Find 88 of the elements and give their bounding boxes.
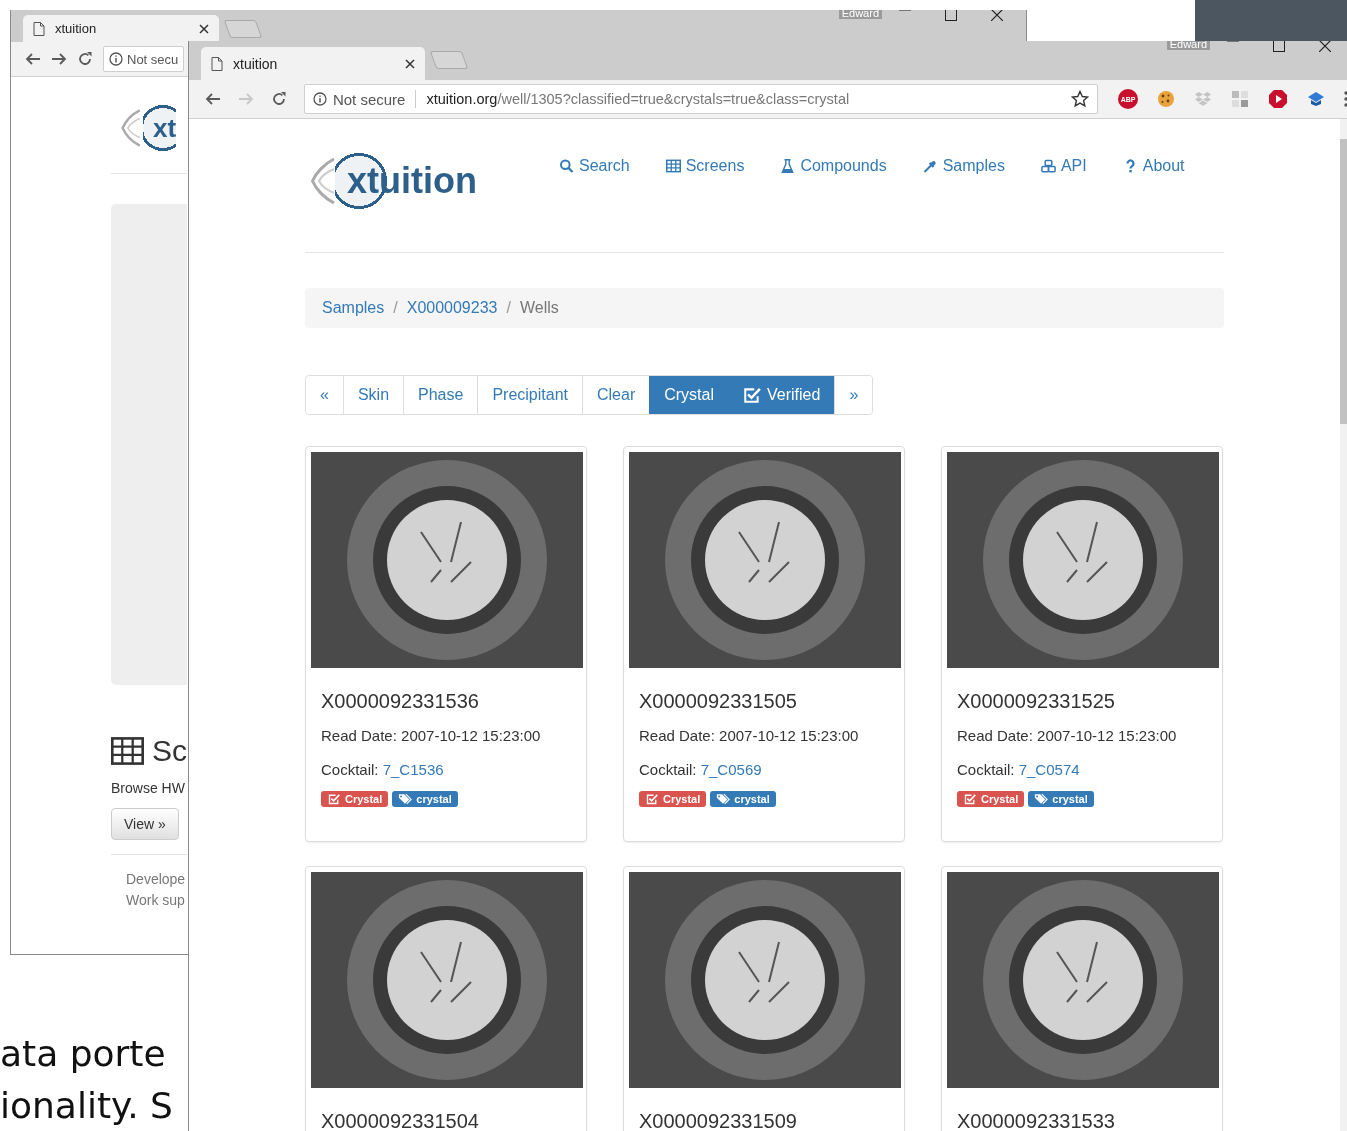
maximize-icon[interactable] — [1273, 41, 1285, 52]
read-date-text: Read Date: 2007-10-12 15:23:00 — [321, 726, 542, 746]
well-id: X0000092331525 — [957, 689, 1116, 714]
cocktail-link[interactable]: 7_C0569 — [700, 761, 762, 778]
checkbox-icon — [645, 793, 659, 805]
breadcrumb-separator: / — [393, 299, 398, 317]
tag-label: Crystal — [321, 791, 389, 807]
eye-outline-icon — [119, 108, 143, 148]
document-icon — [33, 21, 45, 36]
well-id: X0000092331536 — [321, 689, 480, 714]
back-arrow-icon[interactable] — [25, 51, 41, 67]
address-bar[interactable]: Not secu — [103, 46, 185, 72]
tag-label: Crystal — [639, 791, 707, 807]
breadcrumb-current: Wells — [519, 299, 559, 317]
flask-icon — [780, 159, 796, 173]
tag-icon — [716, 793, 731, 805]
filter-button[interactable]: » — [834, 376, 873, 414]
grid-icon[interactable] — [1231, 90, 1249, 108]
browser-tab[interactable]: xtuition — [23, 15, 219, 42]
nav-link[interactable]: Screens — [665, 156, 745, 176]
security-label: Not secure — [332, 90, 406, 108]
read-date-text: Read Date: 2007-10-12 15:23:00 — [957, 726, 1178, 746]
star-icon[interactable] — [1071, 90, 1089, 108]
eyedropper-icon — [922, 159, 938, 173]
cocktail-text: Cocktail: 7_C1536 — [321, 760, 445, 780]
breadcrumb-separator: / — [506, 299, 511, 317]
breadcrumb-link[interactable]: Samples — [322, 299, 385, 317]
cocktail-text: Cocktail: 7_C0574 — [957, 760, 1081, 780]
footer-text: Develope — [126, 870, 187, 889]
nav-link[interactable]: Search — [559, 156, 630, 176]
well-id: X0000092331504 — [321, 1109, 480, 1131]
search-icon — [559, 159, 574, 173]
view-button[interactable]: View » — [111, 808, 179, 840]
info-icon — [312, 92, 327, 106]
back-arrow-icon[interactable] — [205, 91, 221, 107]
table-icon — [111, 735, 144, 767]
browser-tab[interactable]: xtuition — [201, 47, 425, 80]
cocktail-text: Cocktail: 7_C0569 — [639, 760, 763, 780]
filter-button[interactable]: Verified — [728, 376, 835, 414]
breadcrumb-link[interactable]: X000009233 — [406, 299, 498, 317]
close-icon[interactable] — [991, 10, 1003, 21]
table-icon — [665, 159, 681, 173]
tag-label: crystal — [392, 791, 458, 807]
close-icon[interactable] — [199, 23, 209, 34]
checkbox-icon — [327, 793, 341, 805]
cubes-icon — [1040, 159, 1056, 173]
tag-label: crystal — [1028, 791, 1094, 807]
read-date-text: Read Date: 2007-10-12 15:23:00 — [639, 726, 860, 746]
cocktail-link[interactable]: 7_C1536 — [382, 761, 444, 778]
reload-icon[interactable] — [270, 91, 287, 107]
tag-label: Crystal — [957, 791, 1025, 807]
footer-text: Work sup — [126, 891, 186, 910]
document-icon — [211, 56, 223, 71]
slide-text: ata porte — [0, 1032, 166, 1076]
tag-icon — [1034, 793, 1049, 805]
nav-link[interactable]: Samples — [922, 156, 1005, 176]
scrollbar-thumb[interactable] — [1340, 139, 1347, 424]
tag-label: crystal — [710, 791, 776, 807]
play-icon[interactable] — [1268, 89, 1288, 109]
checkbox-icon — [743, 386, 761, 404]
well-id: X0000092331509 — [639, 1109, 798, 1131]
forward-arrow-icon[interactable] — [51, 51, 67, 67]
checkbox-icon — [963, 793, 977, 805]
section-heading: Sc — [152, 734, 187, 768]
close-icon[interactable] — [405, 58, 415, 69]
tag-icon — [398, 793, 413, 805]
reload-icon[interactable] — [77, 51, 93, 67]
close-icon[interactable] — [1319, 41, 1331, 52]
eye-outline-icon — [311, 156, 335, 206]
graduation-cap-icon[interactable] — [1307, 91, 1325, 107]
slide-text: ionality. S — [0, 1084, 173, 1128]
nav-link[interactable]: About — [1122, 156, 1185, 176]
nav-link[interactable]: API — [1040, 156, 1087, 176]
filter-button[interactable]: Crystal — [649, 376, 728, 414]
profile-name[interactable]: Edward — [1166, 41, 1210, 50]
cocktail-link[interactable]: 7_C0574 — [1018, 761, 1080, 778]
maximize-icon[interactable] — [945, 10, 957, 21]
more-icon[interactable] — [1344, 91, 1347, 107]
profile-name[interactable]: Edward — [838, 10, 882, 19]
section-text: Browse HW — [111, 780, 186, 796]
nav-link[interactable]: Compounds — [780, 156, 887, 176]
cookie-icon[interactable] — [1157, 90, 1175, 108]
security-label: Not secu — [127, 51, 179, 67]
url-text: xtuition.org/well/1305?classified=true&crystals=true&class=crystal — [426, 91, 850, 107]
well-id: X0000092331505 — [639, 689, 798, 714]
info-icon — [109, 52, 123, 66]
well-id: X0000092331533 — [957, 1109, 1116, 1131]
address-bar[interactable]: Not secure xtuition.org/well/1305?classified=true&crystals=true&class=crystal — [303, 84, 1098, 114]
